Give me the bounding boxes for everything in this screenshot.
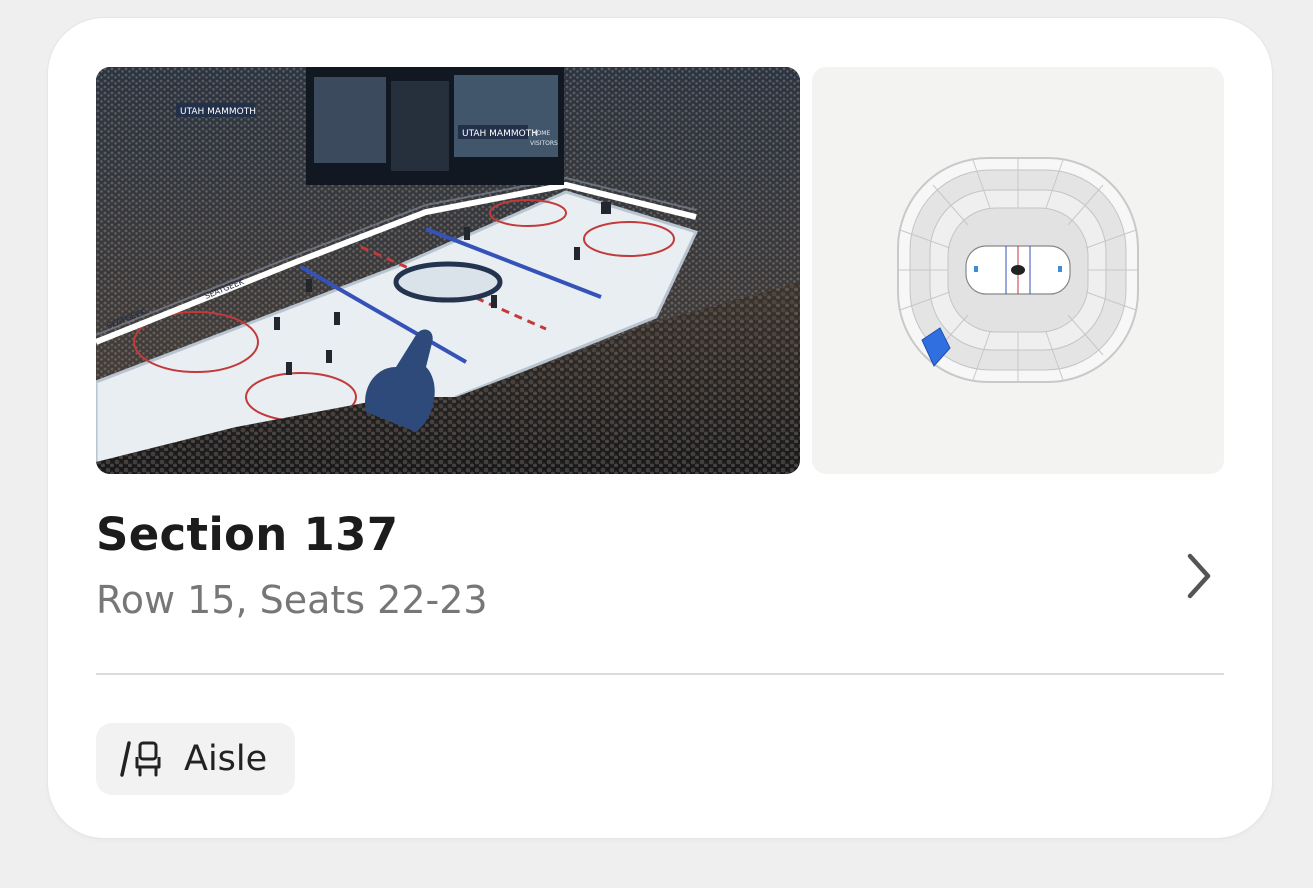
svg-text:UTAH MAMMOTH: UTAH MAMMOTH (180, 107, 256, 117)
seat-map[interactable] (812, 67, 1224, 474)
svg-text:UTAH MAMMOTH: UTAH MAMMOTH (462, 129, 538, 139)
section-title: Section 137 (96, 508, 399, 561)
svg-text:VISITORS: VISITORS (530, 140, 558, 147)
divider (96, 673, 1224, 675)
row-seats-text: Row 15, Seats 22-23 (96, 578, 488, 622)
feature-chip-aisle: Aisle (96, 723, 296, 795)
svg-text:HOME: HOME (532, 130, 550, 137)
ticket-listing-card[interactable]: UTAH MAMMOTH HOME VISITORS UTAH MAMMOTH … (48, 18, 1272, 838)
view-from-seat-photo[interactable]: UTAH MAMMOTH HOME VISITORS UTAH MAMMOTH … (96, 67, 800, 474)
chevron-right-icon[interactable] (1178, 548, 1218, 604)
feature-label: Aisle (184, 739, 268, 779)
aisle-seat-icon (120, 741, 161, 777)
